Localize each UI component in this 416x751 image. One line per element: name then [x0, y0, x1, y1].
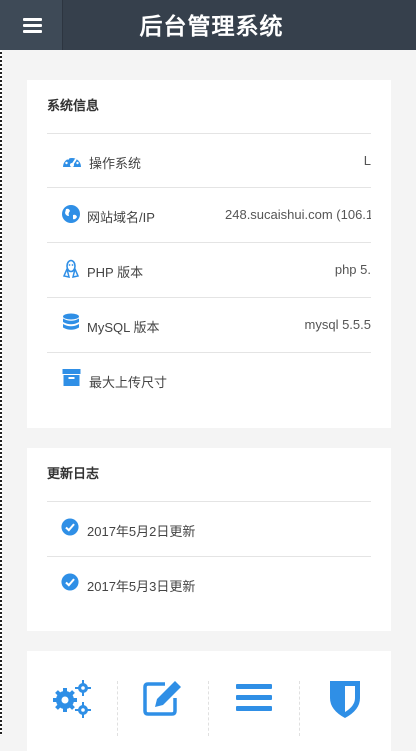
info-row-os: 操作系统 L — [47, 134, 371, 188]
top-bar: 后台管理系统 — [0, 0, 416, 50]
shortcut-divider — [299, 681, 301, 736]
info-label: 最大上传尺寸 — [89, 375, 168, 390]
update-log-card: 更新日志 2017年5月2日更新 2017年5月3日更新 — [27, 448, 391, 631]
edit-icon — [143, 681, 181, 716]
list-icon — [236, 684, 272, 711]
database-icon — [63, 313, 79, 330]
page-left-border — [0, 0, 2, 735]
system-info-title: 系统信息 — [47, 98, 100, 113]
info-value: mysql 5.5.5 — [304, 317, 371, 332]
dashboard-icon — [63, 155, 81, 167]
update-log-title: 更新日志 — [47, 466, 100, 481]
menu-button[interactable] — [0, 0, 63, 50]
linux-icon — [62, 259, 80, 278]
update-log-label: 2017年5月2日更新 — [87, 524, 196, 539]
info-row-domain: 网站域名/IP 248.sucaishui.com (106.14.62 — [47, 188, 371, 242]
info-row-php: PHP 版本 php 5. — [47, 243, 371, 297]
settings-shortcut[interactable] — [50, 676, 94, 720]
info-value: L — [363, 153, 371, 168]
system-info-card: 系统信息 操作系统 L 网站域名/IP 248.sucaishui.com (1… — [27, 80, 391, 428]
shortcut-divider — [208, 681, 210, 736]
globe-icon — [62, 205, 80, 223]
shortcut-card — [27, 651, 391, 751]
update-log-item: 2017年5月2日更新 — [47, 502, 371, 556]
archive-icon — [62, 369, 81, 386]
check-circle-icon — [61, 518, 79, 536]
info-label: MySQL 版本 — [87, 320, 160, 335]
info-value: 248.sucaishui.com (106.14.62 — [225, 207, 371, 222]
list-shortcut[interactable] — [232, 676, 276, 720]
page-title: 后台管理系统 — [139, 13, 284, 39]
info-row-mysql: MySQL 版本 mysql 5.5.5 — [47, 298, 371, 352]
info-value: php 5. — [334, 262, 371, 277]
update-log-item: 2017年5月3日更新 — [47, 557, 371, 611]
edit-shortcut[interactable] — [141, 676, 185, 720]
update-log-label: 2017年5月3日更新 — [87, 579, 196, 594]
info-row-upload: 最大上传尺寸 — [47, 353, 371, 407]
info-label: 网站域名/IP — [87, 210, 155, 225]
check-circle-icon — [61, 573, 79, 591]
info-label: PHP 版本 — [87, 265, 144, 280]
security-shortcut[interactable] — [323, 676, 367, 720]
shield-icon — [330, 681, 360, 718]
shortcut-divider — [117, 681, 119, 736]
info-label: 操作系统 — [89, 156, 142, 171]
gears-icon — [53, 680, 91, 718]
